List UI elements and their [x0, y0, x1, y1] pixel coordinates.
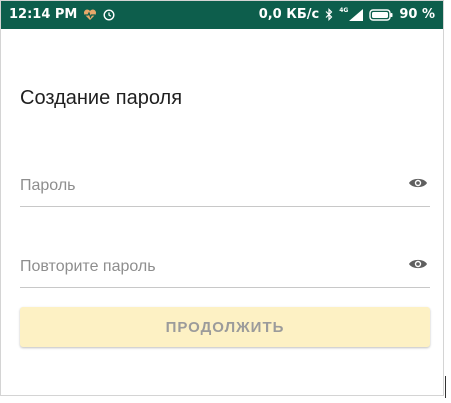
heart-rate-icon: [83, 8, 97, 21]
battery-percent: 90 %: [399, 7, 435, 22]
network-type: 4G: [339, 6, 349, 14]
eye-icon[interactable]: [408, 257, 428, 276]
signal-icon: [349, 8, 364, 21]
password-field: [20, 166, 430, 207]
network-speed: 0,0 КБ/с: [258, 7, 320, 22]
status-time: 12:14 PM: [9, 7, 78, 22]
page-title: Создание пароля: [20, 87, 183, 109]
bluetooth-icon: [325, 8, 333, 21]
repeat-password-field: [20, 247, 430, 288]
alarm-icon: [103, 8, 115, 21]
continue-button[interactable]: ПРОДОЛЖИТЬ: [20, 307, 430, 347]
password-input[interactable]: [20, 172, 390, 200]
status-bar: 12:14 PM 0,0 КБ/с 4G 90 %: [1, 1, 443, 29]
eye-icon[interactable]: [408, 176, 428, 195]
edge-divider: [445, 376, 446, 398]
battery-icon: [369, 8, 393, 21]
repeat-password-input[interactable]: [20, 253, 390, 281]
